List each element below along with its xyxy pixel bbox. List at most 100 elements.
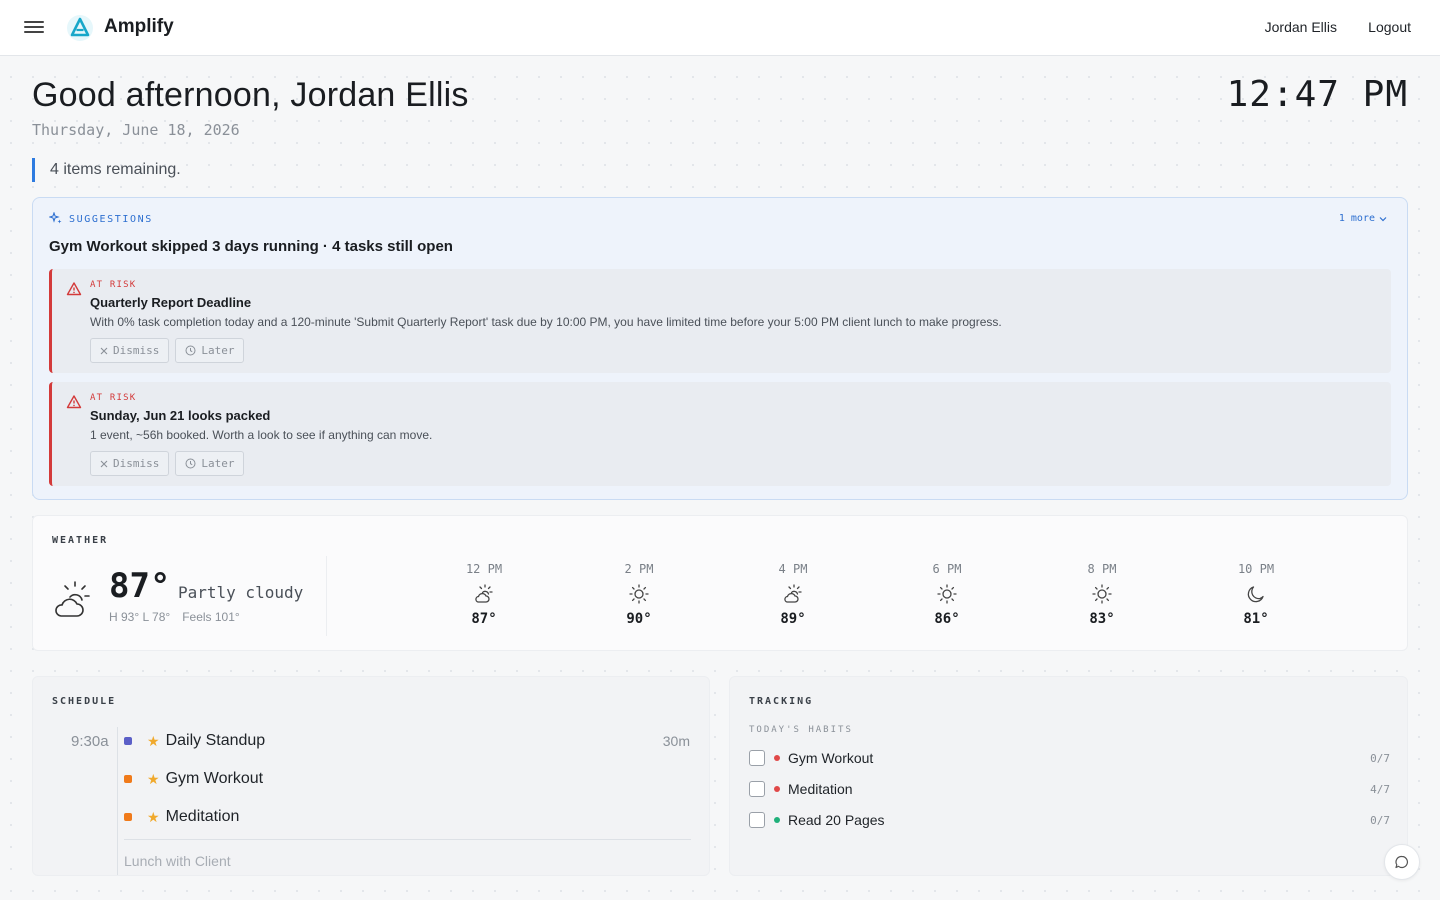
alert-actions: Dismiss Later bbox=[90, 451, 245, 476]
later-label: Later bbox=[201, 344, 235, 357]
star-icon: ★ bbox=[147, 732, 160, 749]
habit-checkbox[interactable] bbox=[749, 781, 765, 797]
chevron-down-icon bbox=[1379, 216, 1387, 221]
items-remaining: 4 items remaining. bbox=[32, 158, 181, 182]
partly-cloudy-icon bbox=[475, 584, 493, 603]
habit-row: Read 20 Pages 0/7 bbox=[749, 810, 1390, 830]
habit-row: Gym Workout 0/7 bbox=[749, 748, 1390, 768]
risk-tag: AT RISK bbox=[90, 280, 137, 290]
hour-time: 2 PM bbox=[624, 562, 654, 576]
sun-icon bbox=[1092, 584, 1112, 604]
weather-divider bbox=[326, 556, 327, 636]
current-date: Thursday, June 18, 2026 bbox=[32, 121, 240, 139]
user-name-link[interactable]: Jordan Ellis bbox=[1265, 19, 1337, 35]
suggestions-label: SUGGESTIONS bbox=[69, 213, 153, 225]
suggestions-header: SUGGESTIONS bbox=[49, 212, 153, 226]
dismiss-label: Dismiss bbox=[113, 457, 160, 470]
event-title: Meditation bbox=[165, 808, 240, 825]
alert-body: 1 event, ~56h booked. Worth a look to se… bbox=[90, 428, 433, 442]
current-temperature: 87° bbox=[109, 566, 171, 606]
habit-status-dot bbox=[774, 817, 780, 823]
menu-icon[interactable] bbox=[24, 18, 44, 38]
sun-icon bbox=[629, 584, 649, 604]
later-label: Later bbox=[201, 457, 235, 470]
weather-details: H 93° L 78° Feels 101° bbox=[109, 610, 240, 624]
weather-card: WEATHER 87° Partly cloudy H 93° L 78° Fe… bbox=[32, 515, 1408, 651]
alert-actions: Dismiss Later bbox=[90, 338, 245, 363]
habit-checkbox[interactable] bbox=[749, 812, 765, 828]
event-title: Daily Standup bbox=[165, 732, 266, 749]
later-button[interactable]: Later bbox=[175, 338, 245, 363]
warning-icon bbox=[66, 282, 82, 296]
hourly-forecast: 10 PM 81° bbox=[1216, 562, 1296, 627]
later-button[interactable]: Later bbox=[175, 451, 245, 476]
logout-link[interactable]: Logout bbox=[1368, 19, 1411, 35]
weather-label: WEATHER bbox=[52, 535, 109, 546]
greeting-title: Good afternoon, Jordan Ellis bbox=[32, 76, 469, 114]
hour-time: 12 PM bbox=[465, 562, 503, 576]
schedule-label: SCHEDULE bbox=[52, 696, 117, 707]
habit-checkbox[interactable] bbox=[749, 750, 765, 766]
clock-icon bbox=[185, 458, 196, 469]
alert-body: With 0% task completion today and a 120-… bbox=[90, 315, 1002, 329]
hourly-forecast: 4 PM 89° bbox=[753, 562, 833, 627]
event-title-cutoff: Lunch with Client bbox=[124, 853, 231, 869]
risk-alert-card: AT RISK Quarterly Report Deadline With 0… bbox=[49, 269, 1391, 373]
schedule-event[interactable]: ★ Gym Workout bbox=[124, 767, 263, 791]
high-low: H 93° L 78° bbox=[109, 610, 171, 624]
schedule-event[interactable]: ★ Daily Standup bbox=[124, 729, 265, 753]
dismiss-button[interactable]: Dismiss bbox=[90, 338, 170, 363]
hourly-forecast: 2 PM 90° bbox=[599, 562, 679, 627]
clock-icon bbox=[185, 345, 196, 356]
dismiss-button[interactable]: Dismiss bbox=[90, 451, 170, 476]
top-bar: Amplify Jordan Ellis Logout bbox=[0, 0, 1440, 56]
event-color-marker bbox=[124, 775, 132, 783]
hour-temp: 90° bbox=[626, 611, 652, 627]
habits-sublabel: TODAY'S HABITS bbox=[749, 725, 853, 735]
hour-temp: 89° bbox=[780, 611, 806, 627]
tracking-card: TRACKING TODAY'S HABITS Gym Workout 0/7 … bbox=[729, 676, 1408, 876]
star-icon: ★ bbox=[147, 770, 160, 787]
hourly-forecast: 6 PM 86° bbox=[907, 562, 987, 627]
hour-temp: 83° bbox=[1089, 611, 1115, 627]
habit-status-dot bbox=[774, 786, 780, 792]
warning-icon bbox=[66, 395, 82, 409]
alert-title: Sunday, Jun 21 looks packed bbox=[90, 408, 271, 423]
hour-time: 4 PM bbox=[778, 562, 808, 576]
suggestions-title: Gym Workout skipped 3 days running · 4 t… bbox=[49, 238, 453, 255]
suggestions-panel: SUGGESTIONS 1 more Gym Workout skipped 3… bbox=[32, 197, 1408, 500]
habit-name: Read 20 Pages bbox=[788, 812, 885, 828]
star-icon: ★ bbox=[147, 808, 160, 825]
habit-count: 0/7 bbox=[1370, 813, 1390, 827]
schedule-event[interactable]: ★ Meditation bbox=[124, 805, 239, 829]
risk-tag: AT RISK bbox=[90, 393, 137, 403]
chat-button[interactable] bbox=[1384, 844, 1420, 880]
feels-like: Feels 101° bbox=[182, 610, 240, 624]
habit-count: 4/7 bbox=[1370, 782, 1390, 796]
more-label: 1 more bbox=[1338, 213, 1375, 224]
close-icon bbox=[100, 347, 108, 354]
timeline-line bbox=[117, 727, 118, 875]
habit-name: Meditation bbox=[788, 781, 853, 797]
schedule-separator bbox=[124, 839, 691, 840]
moon-icon bbox=[1247, 586, 1264, 603]
hourly-forecast: 12 PM 87° bbox=[444, 562, 524, 627]
hour-temp: 86° bbox=[934, 611, 960, 627]
chat-bubble-icon bbox=[1395, 855, 1408, 869]
habit-row: Meditation 4/7 bbox=[749, 779, 1390, 799]
brand-name: Amplify bbox=[104, 16, 174, 37]
more-suggestions-toggle[interactable]: 1 more bbox=[1339, 213, 1387, 224]
tracking-label: TRACKING bbox=[749, 696, 814, 707]
clock: 12:47 PM bbox=[1226, 74, 1408, 115]
dismiss-label: Dismiss bbox=[113, 344, 160, 357]
partly-cloudy-icon bbox=[55, 581, 90, 617]
event-color-marker bbox=[124, 813, 132, 821]
sparkle-icon bbox=[49, 212, 62, 224]
amplify-logo-icon bbox=[67, 15, 93, 41]
habit-count: 0/7 bbox=[1370, 751, 1390, 765]
close-icon bbox=[100, 460, 108, 467]
hour-temp: 87° bbox=[471, 611, 497, 627]
alert-title: Quarterly Report Deadline bbox=[90, 295, 252, 310]
hourly-forecast: 8 PM 83° bbox=[1062, 562, 1142, 627]
hour-time: 6 PM bbox=[932, 562, 962, 576]
